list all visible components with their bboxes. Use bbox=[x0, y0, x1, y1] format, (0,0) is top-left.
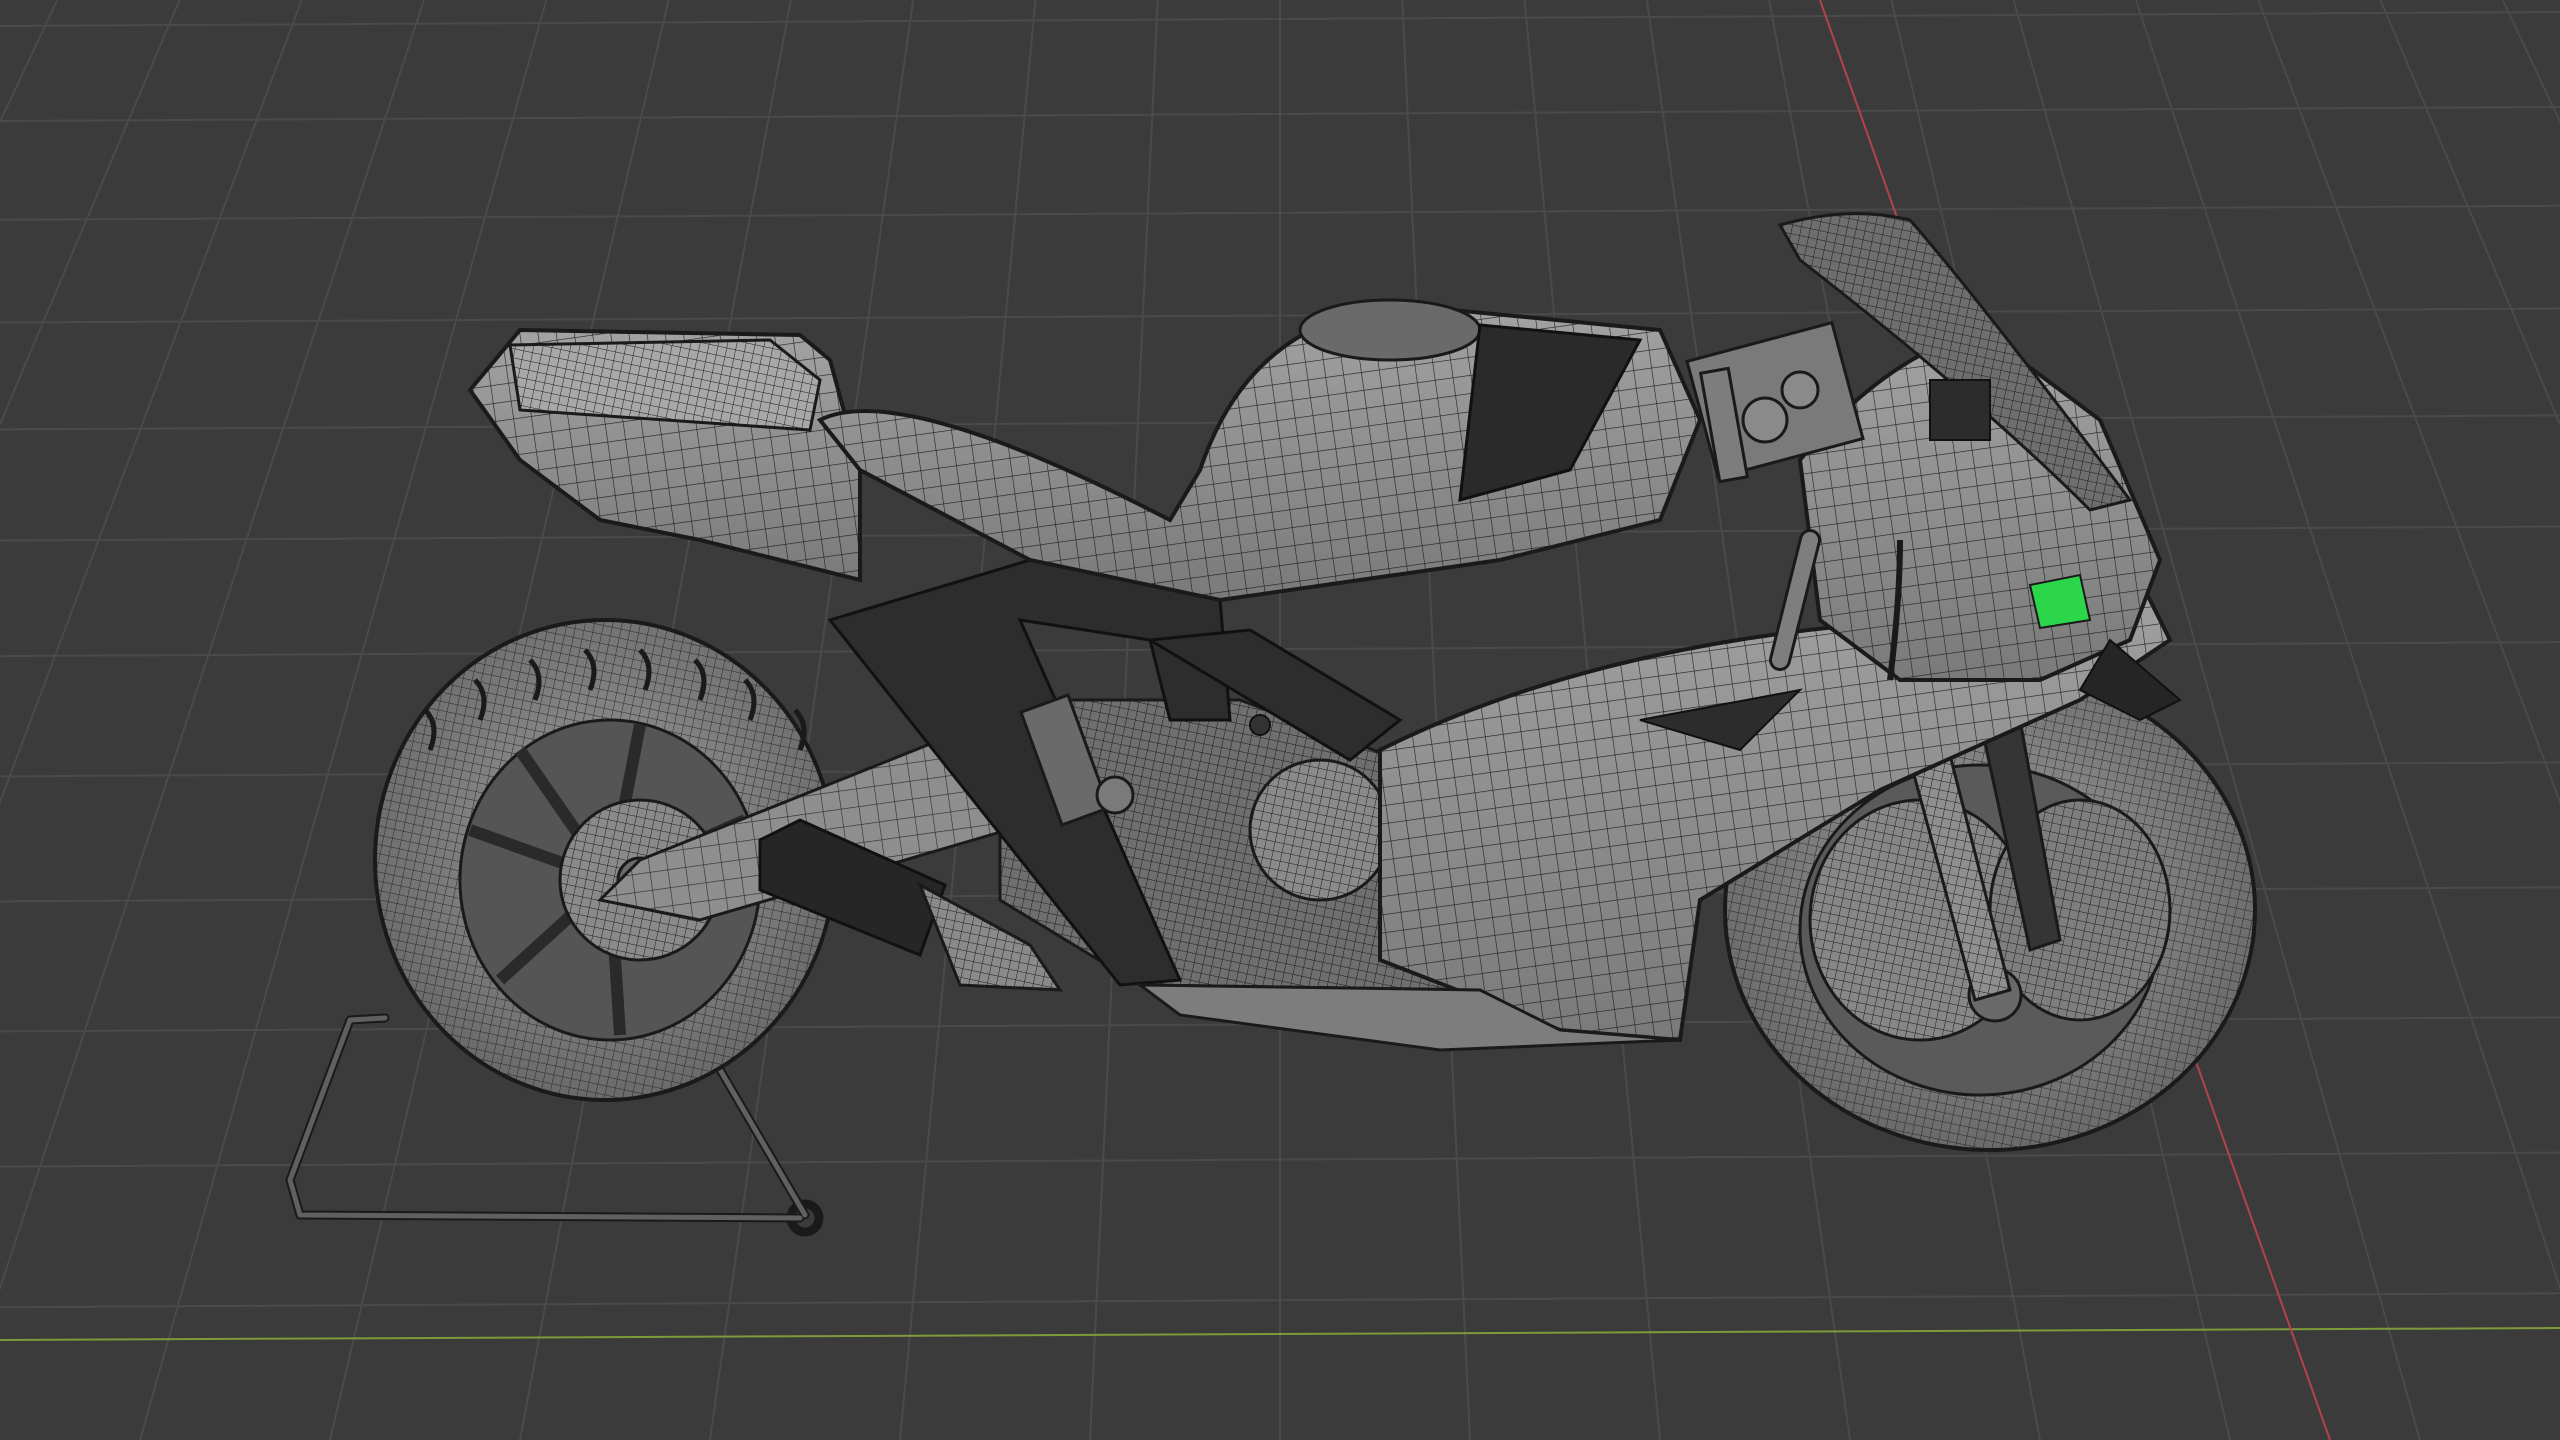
viewport-canvas[interactable] bbox=[0, 0, 2560, 1440]
tail-seat bbox=[467, 327, 862, 583]
grid-line bbox=[2134, 0, 2560, 1292]
grid-line bbox=[2257, 0, 2560, 805]
motorcycle-icon[interactable] bbox=[285, 212, 2257, 1237]
grid-line bbox=[0, 0, 426, 1292]
grid-line bbox=[0, 0, 59, 125]
grid-line bbox=[0, 0, 303, 805]
grid-line bbox=[0, 0, 181, 427]
grid-line bbox=[2379, 0, 2560, 427]
grid-line bbox=[2501, 0, 2560, 125]
3d-viewport[interactable] bbox=[0, 0, 2560, 1440]
fuel-tank bbox=[816, 298, 1703, 603]
